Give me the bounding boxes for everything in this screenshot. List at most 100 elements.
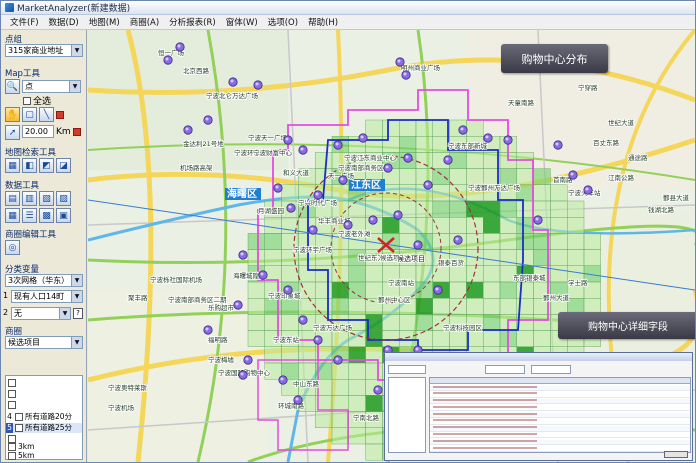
detail-table[interactable] [429,377,691,453]
table-row[interactable] [430,439,690,446]
place-label: 乐购超市 [208,303,235,312]
detail-filter-field[interactable] [388,365,426,374]
search-map-icon[interactable]: ▦ [5,158,20,173]
candidate-label: 候选项目 [397,254,425,263]
layer-icon[interactable]: ◧ [22,158,37,173]
mall-icon-highlight [335,142,339,146]
row-text-placeholder [433,439,537,442]
population-select[interactable]: 现有人口14町 ▼ [11,290,83,303]
place-label: 学士路 [568,278,588,287]
distance-input[interactable]: 20.00 [22,125,54,138]
map-view[interactable]: 海曙区 江东区 恒一广场 北京西路 宁波北仑万达广场 明州商业广场 宁波天一广场 宁波南部商务… [88,30,695,462]
line-tool-icon[interactable]: ╲ [39,107,54,122]
point-group-select[interactable]: 315家商业地址 ▼ [5,44,83,57]
grid-cell [247,249,265,267]
none-select[interactable]: 无 ▼ [11,307,71,320]
pointer-icon[interactable]: ➚ [5,125,20,140]
menu-window[interactable]: 窗体(W) [221,16,263,28]
menu-map[interactable]: 地图(M) [84,16,125,28]
list-item[interactable] [6,389,82,399]
list-item[interactable]: 5 所有道路25分 [6,423,82,433]
chevron-down-icon[interactable]: ▼ [71,337,82,348]
list-item[interactable]: 4 所有道路20分 [6,412,82,422]
table-row[interactable] [430,399,690,405]
region-icon[interactable]: ◪ [56,158,71,173]
grid-icon[interactable]: ▦ [5,208,20,223]
mall-icon-highlight [245,357,249,361]
delete-icon[interactable] [56,111,64,119]
data-tools-label: 数据工具 [5,181,40,191]
table-row[interactable] [430,433,690,439]
mall-icon-highlight [185,127,189,131]
sheet-icon[interactable]: ▥ [22,191,37,206]
chevron-down-icon[interactable]: ▼ [69,81,80,92]
table-row[interactable] [430,405,690,412]
grid-cell [264,249,282,267]
chevron-down-icon[interactable]: ▼ [71,275,82,286]
menu-help[interactable]: 帮助(H) [303,16,343,28]
point-select[interactable]: 点 ▼ [22,80,81,93]
rect-select-icon[interactable]: ▢ [22,107,37,122]
menu-file[interactable]: 文件(F) [5,16,44,28]
candidate-select[interactable]: 候选项目 ▼ [5,336,83,349]
db-icon[interactable]: ▨ [56,191,71,206]
list-item-checkbox[interactable] [8,401,16,409]
table-row[interactable] [430,392,690,398]
list-item-checkbox[interactable] [15,424,23,432]
list-item-checkbox[interactable] [15,413,23,421]
detail-combo-2[interactable] [531,365,571,374]
chevron-down-icon[interactable]: ▼ [71,291,82,302]
menu-area[interactable]: 商圈(A) [125,16,164,28]
list-item[interactable] [6,378,82,388]
mall-marker [283,135,293,145]
list-icon[interactable]: ☰ [22,208,37,223]
mall-detail-window[interactable] [384,352,693,461]
grid-select[interactable]: 3次网格（华东） ▼ [5,274,83,287]
list-item-checkbox[interactable] [8,390,16,398]
table-row[interactable] [430,385,690,391]
zoom-icon[interactable]: 🔍 [5,79,20,94]
mall-marker [553,140,563,150]
table-row[interactable] [430,412,690,418]
route-icon[interactable]: ◩ [39,158,54,173]
grid-cell [449,298,467,315]
target-icon[interactable]: ◎ [5,240,20,255]
doc-icon[interactable]: ▧ [39,191,54,206]
select-all-checkbox[interactable] [23,96,31,105]
mall-icon-highlight [570,172,574,176]
menu-data[interactable]: 数据(D) [44,16,84,28]
mall-icon-highlight [288,205,292,209]
mall-marker [273,183,283,193]
chart-icon[interactable]: ▩ [39,208,54,223]
grid-cell [348,362,366,380]
stats-icon[interactable]: ▣ [56,208,71,223]
detail-close-button[interactable] [664,451,688,458]
help-icon[interactable]: ? [73,308,83,319]
list-item[interactable] [6,400,82,410]
list-item-checkbox[interactable] [8,443,16,451]
place-label: 宁穿路 [578,83,598,92]
grid-cell [348,395,366,412]
row-text-placeholder [433,399,537,402]
mall-marker [503,135,513,145]
table-row[interactable] [430,446,690,452]
table-row[interactable] [430,426,690,432]
menu-report[interactable]: 分析报表(R) [164,16,221,28]
chevron-down-icon[interactable]: ▼ [59,308,70,319]
area-list[interactable]: 4 所有道路20分 5 所有道路25分 3km 5km [5,375,83,460]
list-item-checkbox[interactable] [8,452,16,460]
detail-side-list[interactable] [388,377,426,453]
grid-cell [348,298,366,315]
reset-icon[interactable] [72,128,81,136]
list-item[interactable]: 5km [6,451,82,461]
mall-icon-highlight [295,397,299,401]
place-label: 江南公路 [608,173,635,182]
hand-pan-icon[interactable]: ✋ [5,107,20,122]
table-icon[interactable]: ▤ [5,191,20,206]
detail-combo-1[interactable] [485,365,525,374]
table-row[interactable] [430,419,690,425]
mall-icon-highlight [165,57,169,61]
menu-options[interactable]: 选项(O) [263,16,303,28]
chevron-down-icon[interactable]: ▼ [71,45,82,56]
list-item-checkbox[interactable] [8,379,16,387]
